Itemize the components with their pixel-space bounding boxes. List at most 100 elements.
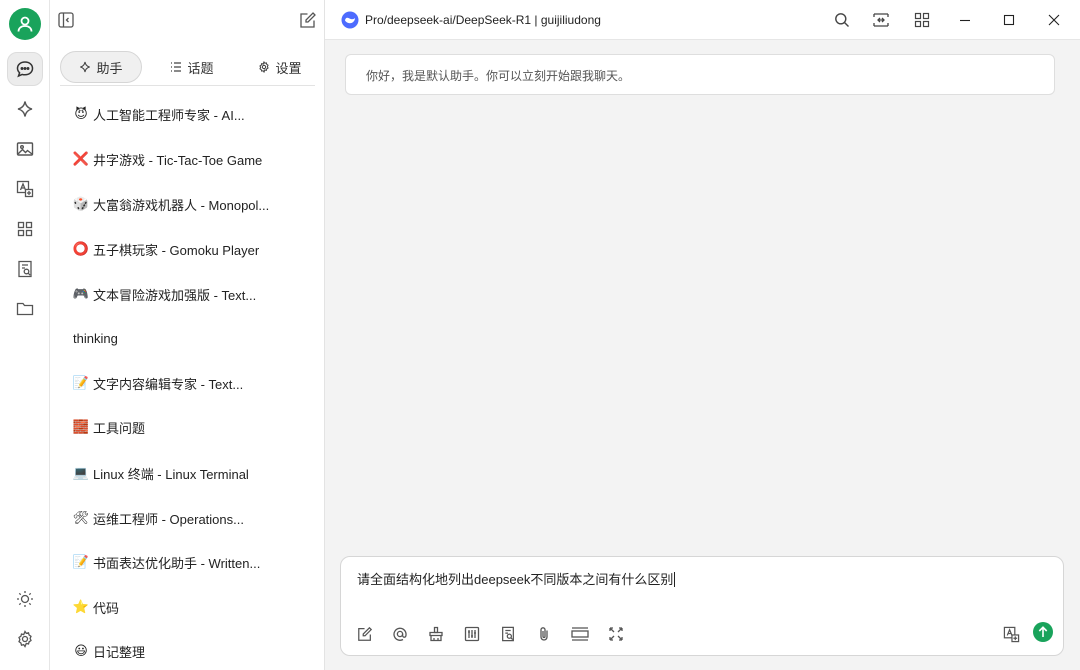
minimize-window-button[interactable] [953,8,977,32]
image-nav-button[interactable] [7,132,43,166]
list-item[interactable]: ⭐ 代码 [60,588,315,626]
clear-context-button[interactable] [425,623,447,645]
tab-assistants[interactable]: 助手 [60,51,142,83]
list-item-label: 代码 [93,600,120,616]
dice-icon: 🎲 [72,196,90,211]
folder-icon [16,300,34,318]
gear-icon [258,61,270,73]
tab-label: 助手 [96,60,123,76]
greeting-text: 你好，我是默认助手。你可以立刻开始跟我聊天。 [366,69,631,83]
avatar[interactable] [9,8,41,40]
maximize-window-button[interactable] [997,8,1021,32]
document-search-icon [16,260,34,278]
list-icon [170,61,182,73]
mention-model-button[interactable] [389,623,411,645]
list-item-label: Linux 终端 - Linux Terminal [93,466,249,482]
sparkle-icon [16,100,34,118]
list-item-label: thinking [73,330,118,346]
model-selector[interactable]: Pro/deepseek-ai/DeepSeek-R1 | guijiliudo… [341,10,601,30]
minimize-icon [959,14,971,26]
laptop-icon: 💻 [72,465,90,480]
list-item[interactable]: 🎲 大富翁游戏机器人 - Monopol... [60,185,315,223]
list-item[interactable]: ❌ 井字游戏 - Tic-Tac-Toe Game [60,140,315,178]
narrow-mode-button[interactable] [869,8,893,32]
arrow-up-icon [1038,626,1048,638]
chat-topbar: Pro/deepseek-ai/DeepSeek-R1 | guijiliudo… [325,0,1080,40]
document-search-icon [500,626,516,642]
files-nav-button[interactable] [7,292,43,326]
search-button[interactable] [830,8,854,32]
sliders-icon [464,626,480,642]
image-icon [16,140,34,158]
sidebar-collapse-icon [57,11,75,29]
list-item-label: 文本冒险游戏加强版 - Text... [93,287,257,303]
fullscreen-button[interactable] [605,623,627,645]
sidebar-tabs: 助手 话题 设置 [60,50,315,86]
circle-icon: ⭕ [72,241,90,256]
maximize-icon [1003,14,1015,26]
theme-toggle-button[interactable] [7,582,43,616]
tab-label: 设置 [275,60,302,76]
deepseek-logo-icon [341,11,359,29]
greeting-message: 你好，我是默认助手。你可以立刻开始跟我聊天。 [345,54,1055,95]
mini-apps-button[interactable] [910,8,934,32]
list-item-label: 日记整理 [93,644,146,660]
edit-icon [357,626,373,642]
tab-label: 话题 [187,60,214,76]
collapse-sidebar-button[interactable] [54,8,78,32]
message-composer: 请全面结构化地列出deepseek不同版本之间有什么区别 [340,556,1064,656]
agents-nav-button[interactable] [7,92,43,126]
knowledge-nav-button[interactable] [7,252,43,286]
list-item-label: 文字内容编辑专家 - Text... [93,376,244,392]
sidebar-header [50,0,325,40]
gear-icon [16,630,34,648]
attach-file-button[interactable] [533,623,555,645]
chat-bubble-icon [15,59,35,79]
sparkle-icon [79,61,91,73]
new-chat-button[interactable] [296,8,320,32]
fullscreen-icon [609,627,623,641]
brick-icon: 🧱 [72,419,90,434]
list-item[interactable]: ⭕ 五子棋玩家 - Gomoku Player [60,230,315,268]
apps-nav-button[interactable] [7,212,43,246]
expand-lines-icon [571,626,589,642]
list-item-label: 工具问题 [93,420,146,436]
tab-settings[interactable]: 设置 [240,51,320,83]
apps-grid-icon [17,221,33,237]
chat-main: Pro/deepseek-ai/DeepSeek-R1 | guijiliudo… [325,0,1080,670]
list-item[interactable]: 🧱 工具问题 [60,408,315,446]
expand-width-button[interactable] [569,623,591,645]
list-item[interactable]: 💻 Linux 终端 - Linux Terminal [60,454,315,492]
translate-button[interactable] [1000,623,1022,645]
settings-nav-button[interactable] [7,622,43,656]
at-sign-icon [392,626,408,642]
new-topic-button[interactable] [354,623,376,645]
translate-nav-button[interactable] [7,172,43,206]
chat-nav-button[interactable] [7,52,43,86]
smiley-icon: 😃 [74,643,88,658]
list-item-label: 井字游戏 - Tic-Tac-Toe Game [93,152,263,168]
list-item[interactable]: 🛠 运维工程师 - Operations... [60,499,315,537]
translate-icon [16,180,34,198]
list-item[interactable]: 📝 文字内容编辑专家 - Text... [60,364,315,402]
list-item[interactable]: 🎮 文本冒险游戏加强版 - Text... [60,275,315,313]
list-item[interactable]: 😈 人工智能工程师专家 - AI... [60,95,315,133]
list-item-label: 大富翁游戏机器人 - Monopol... [93,197,270,213]
list-item[interactable]: thinking [60,319,315,357]
list-item[interactable]: 📝 书面表达优化助手 - Written... [60,543,315,581]
broom-icon [428,626,444,642]
search-icon [834,12,850,28]
tab-topics[interactable]: 话题 [152,51,232,83]
close-window-button[interactable] [1042,8,1066,32]
translate-icon [1003,626,1020,643]
send-button[interactable] [1033,622,1053,642]
list-item-label: 运维工程师 - Operations... [93,511,244,527]
cross-mark-icon: ❌ [72,151,90,166]
settings-sliders-button[interactable] [461,623,483,645]
knowledge-base-button[interactable] [497,623,519,645]
star-icon: ⭐ [72,599,90,614]
message-input[interactable]: 请全面结构化地列出deepseek不同版本之间有什么区别 [357,569,1047,588]
devil-emoji-icon: 😈 [74,106,88,121]
list-item[interactable]: 😃 日记整理 [60,632,315,670]
tools-icon: 🛠 [72,510,90,525]
